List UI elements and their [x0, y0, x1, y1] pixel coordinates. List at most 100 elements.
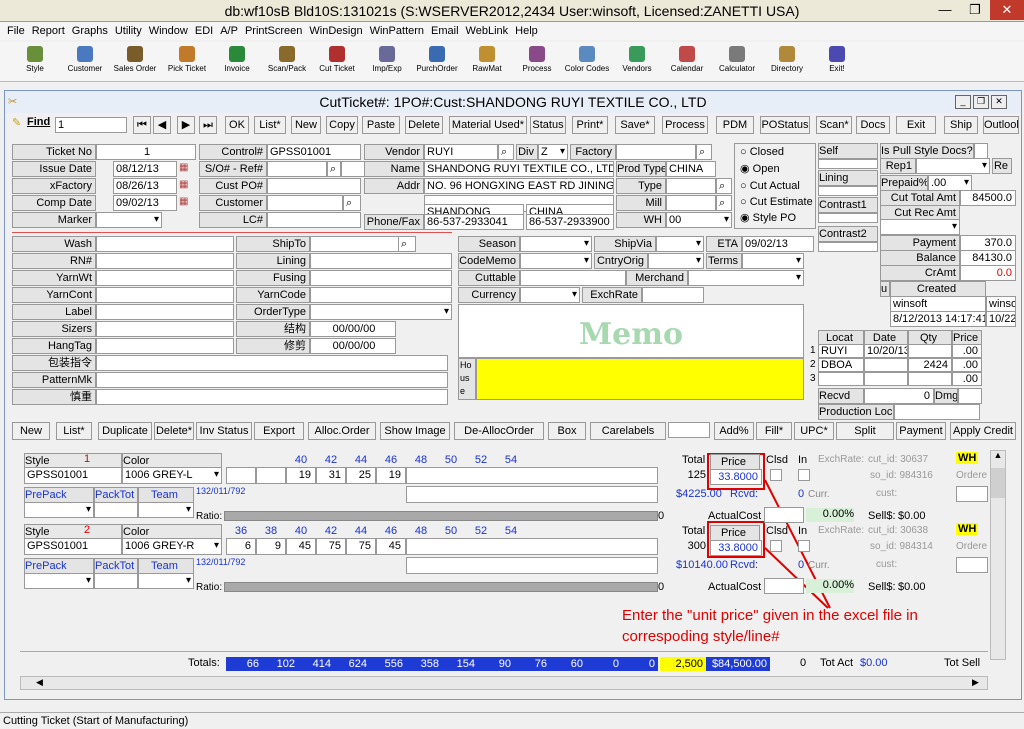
vendor-name-field[interactable]: SHANDONG RUYI TEXTILE CO., LTD — [424, 161, 614, 177]
nav-scan-button[interactable]: Scan* — [816, 116, 852, 134]
action-invstatus-button[interactable]: Inv Status — [196, 422, 252, 440]
xfactory-calendar-icon[interactable]: ▦ — [179, 179, 188, 190]
action-payment-button[interactable]: Payment — [896, 422, 946, 440]
toolbar-color-codes-button[interactable]: Color Codes — [562, 44, 612, 73]
prepack-select[interactable] — [24, 502, 94, 518]
toolbar-vendors-button[interactable]: Vendors — [612, 44, 662, 73]
action-upc-button[interactable]: UPC* — [794, 422, 834, 440]
toolbar-scan-pack-button[interactable]: Scan/Pack — [262, 44, 312, 73]
toolbar-directory-button[interactable]: Directory — [762, 44, 812, 73]
action-fill-button[interactable]: Fill* — [756, 422, 792, 440]
action-export-button[interactable]: Export — [254, 422, 304, 440]
recvd-field[interactable]: 0 — [864, 388, 934, 404]
line-desc-field[interactable] — [406, 467, 658, 484]
cramt-field[interactable]: 0.0 — [960, 265, 1016, 281]
locat-cell[interactable] — [864, 358, 908, 372]
house-field[interactable] — [476, 358, 804, 400]
toolbar-rawmat-button[interactable]: RawMat — [462, 44, 512, 73]
dmg-field[interactable] — [958, 388, 982, 404]
nav-outlook-button[interactable]: Outlook — [983, 116, 1019, 134]
nav-print-button[interactable]: Print* — [572, 116, 608, 134]
control-field[interactable]: GPSS01001 — [267, 144, 361, 160]
line-color-select[interactable]: 1006 GREY-R — [122, 538, 222, 555]
comp-date-field[interactable]: 09/02/13 — [113, 195, 177, 211]
toolbar-exit-button[interactable]: Exit! — [812, 44, 862, 73]
production-loc-field[interactable] — [894, 404, 980, 420]
nav-docs-button[interactable]: Docs — [856, 116, 890, 134]
nav-list-button[interactable]: List* — [254, 116, 286, 134]
qty-cell[interactable]: 9 — [256, 538, 286, 555]
cuttable-field[interactable] — [520, 270, 626, 286]
type-search-button[interactable]: ⌕ — [716, 178, 732, 194]
phone-field[interactable]: 86-537-2933041 — [424, 214, 524, 230]
prod-type-field[interactable]: CHINA — [666, 161, 716, 177]
nav-process-button[interactable]: Process — [662, 116, 708, 134]
nav-status-button[interactable]: Status — [530, 116, 566, 134]
vendor-field[interactable]: RUYI — [424, 144, 498, 160]
nav-ship-button[interactable]: Ship — [944, 116, 978, 134]
action-add-button[interactable]: Add% — [714, 422, 754, 440]
locat-cell[interactable]: 2424 — [908, 358, 952, 372]
cust-field[interactable] — [956, 557, 988, 573]
radio-closed[interactable]: ○ Closed — [740, 146, 784, 158]
payment-field[interactable]: 370.0 — [960, 235, 1016, 251]
contrast-field[interactable] — [818, 186, 878, 196]
nav-copy-button[interactable]: Copy — [326, 116, 358, 134]
action-split-button[interactable]: Split — [836, 422, 894, 440]
ship-6-field[interactable]: 00/00/00 — [310, 338, 396, 354]
mid-0-field[interactable] — [96, 236, 234, 252]
ship-1-field[interactable] — [310, 253, 452, 269]
terms-select[interactable] — [742, 253, 804, 269]
contrast-field[interactable] — [818, 159, 878, 169]
locat-cell[interactable] — [908, 372, 952, 386]
qty-cell[interactable]: 75 — [346, 538, 376, 555]
memo-box[interactable]: Memo — [458, 304, 804, 358]
mill-search-button[interactable]: ⌕ — [716, 195, 732, 211]
actualcost-field[interactable] — [764, 578, 804, 594]
marker-select[interactable] — [96, 212, 162, 228]
shipvia-select[interactable] — [656, 236, 704, 252]
prepack-select[interactable] — [24, 573, 94, 589]
qty-cell[interactable]: 25 — [346, 467, 376, 484]
action-deallocorder-button[interactable]: De-AllocOrder — [454, 422, 544, 440]
comp-date-calendar-icon[interactable]: ▦ — [179, 196, 188, 207]
so-field[interactable] — [267, 161, 327, 177]
nav-ok-button[interactable]: OK — [225, 116, 249, 134]
mid-5-field[interactable] — [96, 321, 234, 337]
action-applycredit-button[interactable]: Apply Credit — [950, 422, 1016, 440]
line-style-field[interactable]: GPSS01001 — [24, 467, 122, 484]
ship-3-field[interactable] — [310, 287, 452, 303]
contrast-field[interactable] — [818, 242, 878, 252]
customer-search-button[interactable]: ⌕ — [343, 195, 361, 211]
cust-po-field[interactable] — [267, 178, 361, 194]
mid-6-field[interactable] — [96, 338, 234, 354]
toolbar-invoice-button[interactable]: Invoice — [212, 44, 262, 73]
prepaid-field[interactable]: .00 — [928, 175, 972, 191]
cut-total-field[interactable]: 84500.0 — [960, 190, 1016, 206]
locat-cell[interactable] — [908, 344, 952, 358]
cust-field[interactable] — [956, 486, 988, 502]
qty-cell[interactable]: 45 — [376, 538, 406, 555]
line-desc-field[interactable] — [406, 538, 658, 555]
toolbar-purch-order-button[interactable]: PurchOrder — [412, 44, 462, 73]
action-carelabels-button[interactable]: Carelabels — [590, 422, 666, 440]
qty-cell[interactable]: 19 — [286, 467, 316, 484]
line-style-field[interactable]: GPSS01001 — [24, 538, 122, 555]
so-search-button[interactable]: ⌕ — [327, 161, 341, 177]
nav-postatus-button[interactable]: POStatus — [760, 116, 810, 134]
wh-select[interactable]: 00 — [666, 212, 732, 228]
ship-4-field[interactable] — [310, 304, 452, 320]
qty-cell[interactable]: 75 — [316, 538, 346, 555]
created-user2-field[interactable]: winso — [986, 296, 1016, 312]
scroll-right-icon[interactable]: ▶ — [972, 677, 986, 689]
codememo-select[interactable] — [520, 253, 592, 269]
locat-cell[interactable]: .00 — [952, 372, 982, 386]
radio-cut-estimate[interactable]: ○ Cut Estimate — [740, 196, 813, 208]
packtot-field[interactable] — [94, 573, 138, 589]
toolbar-style-button[interactable]: Style — [10, 44, 60, 73]
locat-cell[interactable]: .00 — [952, 358, 982, 372]
cut-rec-select[interactable] — [880, 219, 960, 235]
nav-delete-button[interactable]: Delete — [405, 116, 443, 134]
nav-new-button[interactable]: New — [291, 116, 321, 134]
radio-style-po[interactable]: ◉ Style PO — [740, 211, 796, 224]
